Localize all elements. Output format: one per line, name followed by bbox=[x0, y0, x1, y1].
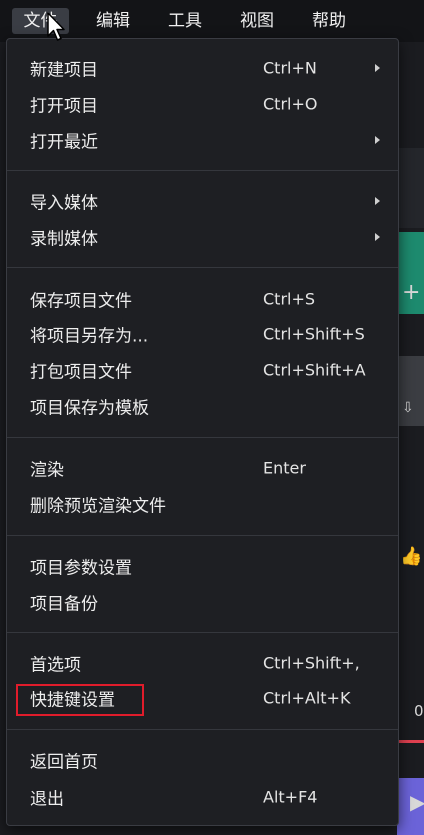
menu-item-archive-project[interactable]: 打包项目文件 Ctrl+Shift+A bbox=[7, 353, 398, 387]
menu-item-shortcut: Ctrl+Shift+, bbox=[263, 653, 360, 673]
highlight-annotation bbox=[16, 684, 144, 716]
menu-item-open-recent[interactable]: 打开最近 bbox=[7, 123, 398, 157]
menu-view[interactable]: 视图 bbox=[237, 8, 277, 34]
menu-item-import-media[interactable]: 导入媒体 bbox=[7, 184, 398, 218]
menu-item-label: 打开项目 bbox=[30, 96, 98, 117]
submenu-arrow-icon bbox=[375, 233, 380, 241]
menu-item-shortcut: Ctrl+S bbox=[263, 289, 316, 309]
menu-help[interactable]: 帮助 bbox=[309, 8, 349, 34]
menu-item-project-settings[interactable]: 项目参数设置 bbox=[7, 549, 398, 583]
menu-item-shortcut: Enter bbox=[263, 458, 306, 478]
menu-item-shortcut: Ctrl+Alt+K bbox=[263, 688, 351, 708]
menu-item-shortcut: Ctrl+Shift+A bbox=[263, 360, 366, 380]
menu-item-label: 项目参数设置 bbox=[30, 558, 132, 579]
menu-item-shortcut: Ctrl+N bbox=[263, 58, 317, 78]
menu-item-shortcut: Ctrl+Shift+S bbox=[263, 324, 365, 344]
menu-item-label: 将项目另存为... bbox=[30, 326, 149, 347]
menu-item-project-backup[interactable]: 项目备份 bbox=[7, 585, 398, 619]
menu-separator bbox=[7, 267, 398, 268]
menu-tools[interactable]: 工具 bbox=[165, 8, 205, 34]
menu-item-label: 项目备份 bbox=[30, 594, 98, 615]
menu-separator bbox=[7, 437, 398, 438]
menu-item-render[interactable]: 渲染 Enter bbox=[7, 451, 398, 485]
menu-item-preferences[interactable]: 首选项 Ctrl+Shift+, bbox=[7, 646, 398, 680]
submenu-arrow-icon bbox=[375, 197, 380, 205]
thumbs-up-icon: 👍 bbox=[400, 546, 423, 567]
background-panel bbox=[397, 148, 424, 228]
menu-edit[interactable]: 编辑 bbox=[93, 8, 133, 34]
play-icon: ▶ bbox=[410, 790, 424, 814]
menu-item-label: 退出 bbox=[30, 789, 64, 810]
menu-item-save-as-template[interactable]: 项目保存为模板 bbox=[7, 389, 398, 423]
menu-item-label: 返回首页 bbox=[30, 752, 98, 773]
menu-item-label: 删除预览渲染文件 bbox=[30, 496, 166, 517]
menu-item-new-project[interactable]: 新建项目 Ctrl+N bbox=[7, 51, 398, 85]
menu-item-label: 新建项目 bbox=[30, 60, 98, 81]
download-icon: ⇩ bbox=[402, 400, 414, 416]
menu-item-exit[interactable]: 退出 Alt+F4 bbox=[7, 780, 398, 814]
add-icon: + bbox=[402, 280, 421, 305]
menu-separator bbox=[7, 535, 398, 536]
menu-item-record-media[interactable]: 录制媒体 bbox=[7, 220, 398, 254]
menu-item-label: 首选项 bbox=[30, 655, 81, 676]
timeline-number: 0 bbox=[414, 702, 424, 720]
menu-separator bbox=[7, 632, 398, 633]
menu-item-label: 导入媒体 bbox=[30, 193, 98, 214]
menu-item-label: 打包项目文件 bbox=[30, 362, 132, 383]
file-menu-dropdown: 新建项目 Ctrl+N 打开项目 Ctrl+O 打开最近 导入媒体 录制媒体 保… bbox=[6, 38, 399, 826]
menu-item-delete-render-files[interactable]: 删除预览渲染文件 bbox=[7, 487, 398, 521]
menu-item-open-project[interactable]: 打开项目 Ctrl+O bbox=[7, 87, 398, 121]
menu-item-save-project[interactable]: 保存项目文件 Ctrl+S bbox=[7, 282, 398, 316]
menu-item-shortcut: Alt+F4 bbox=[263, 787, 318, 807]
menu-item-label: 录制媒体 bbox=[30, 229, 98, 250]
menu-item-label: 项目保存为模板 bbox=[30, 398, 149, 419]
menu-item-label: 保存项目文件 bbox=[30, 291, 132, 312]
menu-item-label: 打开最近 bbox=[30, 132, 98, 153]
menu-item-return-home[interactable]: 返回首页 bbox=[7, 743, 398, 777]
mouse-cursor-icon bbox=[47, 12, 65, 41]
submenu-arrow-icon bbox=[375, 64, 380, 72]
menu-item-shortcut: Ctrl+O bbox=[263, 94, 318, 114]
menu-separator bbox=[7, 729, 398, 730]
menu-item-label: 渲染 bbox=[30, 460, 64, 481]
menu-separator bbox=[7, 170, 398, 171]
menu-item-save-as[interactable]: 将项目另存为... Ctrl+Shift+S bbox=[7, 317, 398, 351]
submenu-arrow-icon bbox=[375, 136, 380, 144]
